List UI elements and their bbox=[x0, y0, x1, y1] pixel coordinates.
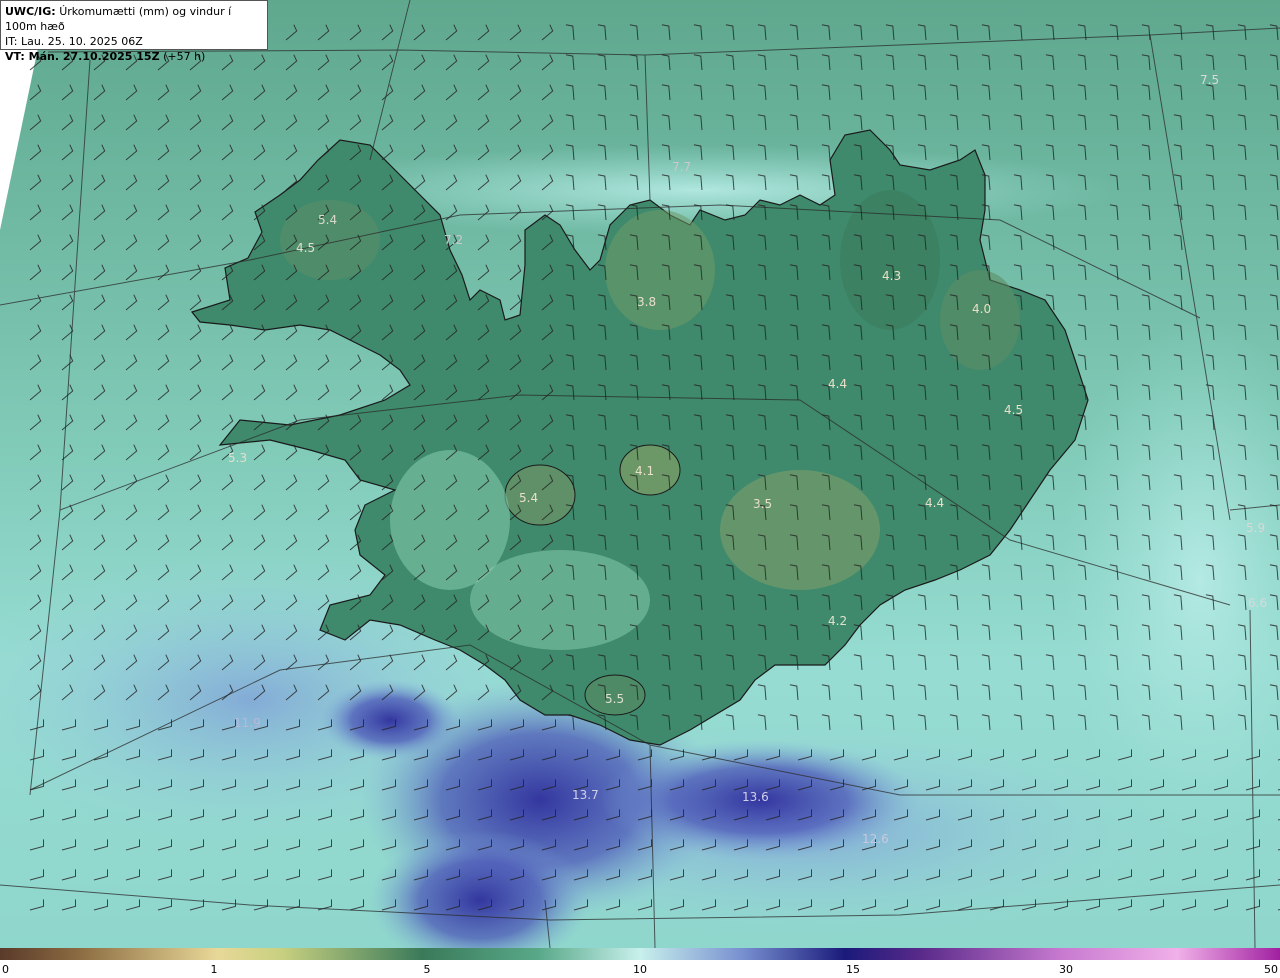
lowland-south bbox=[470, 550, 650, 650]
value-label: 12.6 bbox=[862, 832, 889, 846]
value-label: 7.2 bbox=[444, 233, 463, 247]
value-label: 5.5 bbox=[605, 692, 624, 706]
value-label: 5.9 bbox=[1246, 521, 1265, 535]
colorbar-tick: 5 bbox=[423, 963, 431, 976]
forecast-offset: (+57 h) bbox=[163, 50, 206, 63]
value-label: 7.5 bbox=[1200, 73, 1219, 87]
colorbar-tick: 1 bbox=[210, 963, 218, 976]
value-label: 13.6 bbox=[742, 790, 769, 804]
highland bbox=[720, 470, 880, 590]
value-label: 13.7 bbox=[572, 788, 599, 802]
colorbar-tick: 50 bbox=[1264, 963, 1278, 976]
lowland-west bbox=[390, 450, 510, 590]
value-label: 4.1 bbox=[635, 464, 654, 478]
colorbar-tick: 15 bbox=[846, 963, 860, 976]
colorbar bbox=[0, 948, 1280, 960]
value-label: 5.4 bbox=[318, 213, 337, 227]
colorbar-tick: 30 bbox=[1059, 963, 1073, 976]
precipitation-wind-map: 7.5 7.7 5.4 4.5 7.2 3.8 4.3 4.0 4.4 4.5 … bbox=[0, 0, 1280, 948]
value-label: 7.7 bbox=[672, 160, 691, 174]
value-label: 4.5 bbox=[1004, 403, 1023, 417]
valid-time: VT: Mán. 27.10.2025 15Z bbox=[5, 50, 160, 63]
title-line: UWC/IG: Úrkomumætti (mm) og vindur í 100… bbox=[5, 4, 263, 34]
value-label: 5.4 bbox=[519, 491, 538, 505]
value-label: 4.4 bbox=[828, 377, 847, 391]
value-label: 6.6 bbox=[1248, 596, 1267, 610]
value-label: 4.5 bbox=[296, 241, 315, 255]
value-label: 4.2 bbox=[828, 614, 847, 628]
value-label: 11.9 bbox=[234, 716, 261, 730]
model-name: UWC/IG: bbox=[5, 5, 56, 18]
heavy-rain-core bbox=[320, 680, 460, 760]
colorbar-ticks: 0 1 5 10 15 30 50 bbox=[0, 960, 1280, 978]
colorbar-tick: 0 bbox=[2, 963, 9, 976]
value-label: 4.4 bbox=[925, 496, 944, 510]
map-info-box: UWC/IG: Úrkomumætti (mm) og vindur í 100… bbox=[0, 0, 268, 63]
value-label: 5.3 bbox=[228, 451, 247, 465]
colorbar-tick: 10 bbox=[633, 963, 647, 976]
highland bbox=[605, 210, 715, 330]
value-label: 4.0 bbox=[972, 302, 991, 316]
initial-time: IT: Lau. 25. 10. 2025 06Z bbox=[5, 35, 143, 48]
value-label: 4.3 bbox=[882, 269, 901, 283]
valid-time-line: VT: Mán. 27.10.2025 15Z (+57 h) bbox=[5, 49, 263, 64]
value-label: 3.5 bbox=[753, 497, 772, 511]
value-label: 3.8 bbox=[637, 295, 656, 309]
